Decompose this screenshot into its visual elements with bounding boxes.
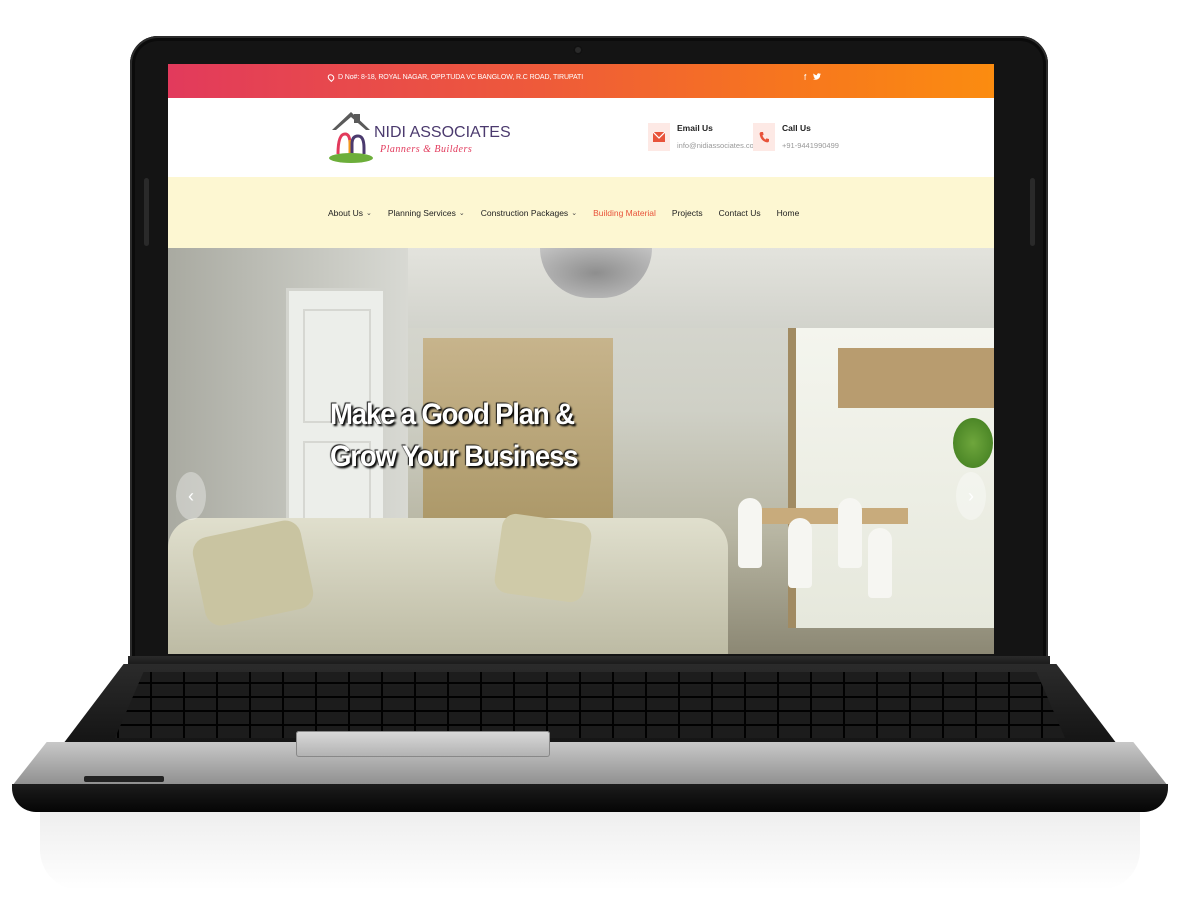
site-header: NIDI ASSOCIATES Planners & Builders Emai…	[168, 98, 994, 177]
house-logo-icon	[329, 112, 373, 163]
lid-edge-right	[1030, 178, 1035, 246]
email-contact[interactable]: Email Us info@nidiassociates.com	[648, 119, 760, 151]
hero-image-ceiling	[408, 248, 994, 328]
palm-rest	[12, 742, 1168, 786]
phone-icon	[753, 123, 775, 151]
chevron-right-icon: ›	[968, 485, 974, 506]
chevron-down-icon: ⌄	[365, 210, 372, 217]
envelope-icon	[648, 123, 670, 151]
top-info-bar: D No#: 8-18, ROYAL NAGAR, OPP.TUDA VC BA…	[168, 64, 994, 98]
nav-item-about-us[interactable]: About Us ⌄	[328, 208, 372, 218]
twitter-icon[interactable]	[813, 73, 822, 82]
hero-image-cushion	[492, 512, 594, 604]
card-slot	[84, 776, 164, 782]
call-title: Call Us	[782, 123, 811, 133]
facebook-icon[interactable]: f	[804, 73, 806, 82]
address: D No#: 8-18, ROYAL NAGAR, OPP.TUDA VC BA…	[326, 72, 584, 83]
call-contact[interactable]: Call Us +91-9441990499	[753, 119, 839, 151]
email-value[interactable]: info@nidiassociates.com	[677, 141, 760, 150]
brand-name: NIDI ASSOCIATES	[374, 124, 511, 141]
hero-image-chairs	[728, 478, 892, 628]
main-nav: About Us ⌄ Planning Services ⌄ Constructio…	[168, 177, 994, 248]
laptop-base	[12, 784, 1168, 812]
hero-slider: Make a Good Plan & Grow Your Business ‹ …	[168, 248, 994, 654]
hero-image-blind	[838, 348, 994, 408]
nav-item-construction-packages[interactable]: Construction Packages ⌄	[481, 208, 577, 218]
address-text: D No#: 8-18, ROYAL NAGAR, OPP.TUDA VC BA…	[338, 74, 584, 81]
email-title: Email Us	[677, 123, 713, 133]
slider-next-button[interactable]: ›	[956, 472, 986, 520]
nav-item-contact-us[interactable]: Contact Us	[719, 208, 761, 218]
brand-tagline: Planners & Builders	[380, 144, 473, 155]
webcam	[573, 45, 583, 55]
keyboard	[115, 672, 1065, 738]
laptop-reflection	[40, 800, 1140, 890]
hero-headline-line2: Grow Your Business	[330, 440, 579, 473]
screen: D No#: 8-18, ROYAL NAGAR, OPP.TUDA VC BA…	[168, 64, 994, 654]
lid-edge-left	[144, 178, 149, 246]
slider-prev-button[interactable]: ‹	[176, 472, 206, 520]
hero-headline: Make a Good Plan & Grow Your Business	[330, 394, 579, 478]
call-value[interactable]: +91-9441990499	[782, 141, 839, 150]
site-logo[interactable]: NIDI ASSOCIATES Planners & Builders	[328, 108, 511, 168]
chevron-down-icon: ⌄	[458, 210, 465, 217]
chevron-down-icon: ⌄	[571, 210, 578, 217]
social-links: f	[804, 73, 822, 82]
chevron-left-icon: ‹	[188, 485, 194, 506]
hero-headline-line1: Make a Good Plan &	[330, 398, 575, 431]
hero-image-plant	[953, 418, 993, 468]
nav-item-projects[interactable]: Projects	[672, 208, 703, 218]
nav-item-building-material[interactable]: Building Material	[593, 208, 656, 218]
nav-item-home[interactable]: Home	[777, 208, 800, 218]
location-pin-icon	[326, 72, 336, 83]
nav-item-planning-services[interactable]: Planning Services ⌄	[388, 208, 465, 218]
touchpad	[296, 731, 550, 757]
